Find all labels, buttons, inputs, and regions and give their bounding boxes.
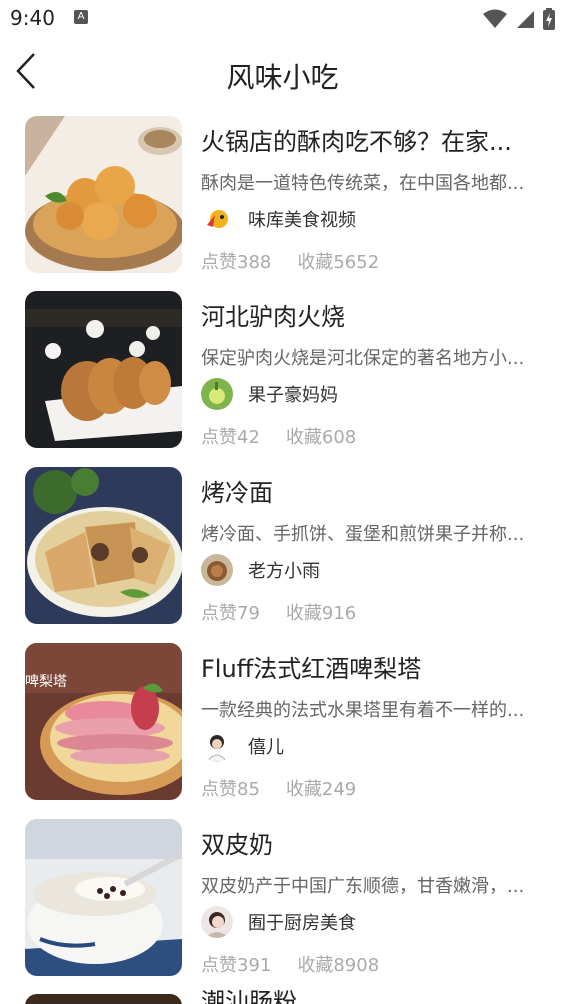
recipe-thumbnail: 啤梨塔: [25, 643, 182, 800]
author[interactable]: 老方小雨: [201, 552, 320, 588]
app-notification-icon: A: [74, 10, 88, 24]
favorites-count: 收藏5652: [297, 252, 380, 273]
avatar: [201, 730, 233, 762]
author[interactable]: 囿于厨房美食: [201, 904, 356, 940]
recipe-thumbnail: [25, 994, 182, 1004]
stats: 点赞388 收藏5652: [201, 248, 379, 274]
likes-count: 点赞391: [201, 955, 272, 976]
author[interactable]: 僖儿: [201, 728, 284, 764]
recipe-item[interactable]: 双皮奶 双皮奶产于中国广东顺德，甘香嫩滑，... 囿于厨房美食 点赞391 收藏…: [0, 811, 565, 981]
author-name: 僖儿: [248, 737, 284, 758]
wifi-icon: [483, 9, 507, 29]
recipe-thumbnail: [25, 819, 182, 976]
header: 风味小吃: [0, 38, 565, 108]
recipe-title: 潮汕肠粉: [201, 990, 297, 1004]
battery-charging-icon: [543, 8, 555, 30]
recipe-description: 一款经典的法式水果塔里有着不一样的...: [201, 700, 525, 721]
recipe-description: 烤冷面、手抓饼、蛋堡和煎饼果子并称...: [201, 524, 525, 545]
author-name: 味库美食视频: [248, 210, 356, 231]
avatar: [201, 554, 233, 586]
recipe-description: 酥肉是一道特色传统菜，在中国各地都...: [201, 173, 525, 194]
recipe-item[interactable]: 火锅店的酥肉吃不够？在家... 酥肉是一道特色传统菜，在中国各地都... 味库美…: [0, 108, 565, 278]
favorites-count: 收藏916: [285, 603, 357, 624]
recipe-thumbnail: [25, 467, 182, 624]
favorites-count: 收藏608: [285, 427, 357, 448]
signal-icon: [515, 9, 535, 29]
status-bar: 9:40 A: [0, 0, 565, 38]
likes-count: 点赞42: [201, 427, 260, 448]
recipe-item[interactable]: 河北驴肉火烧 保定驴肉火烧是河北保定的著名地方小... 果子豪妈妈 点赞42 收…: [0, 283, 565, 453]
recipe-item-partial[interactable]: 潮汕肠粉: [0, 990, 565, 1004]
author[interactable]: 果子豪妈妈: [201, 376, 338, 412]
favorites-count: 收藏8908: [297, 955, 380, 976]
status-icons: [483, 8, 555, 30]
recipe-title: 河北驴肉火烧: [201, 303, 345, 331]
page-title: 风味小吃: [226, 61, 339, 94]
recipe-info: 火锅店的酥肉吃不够？在家... 酥肉是一道特色传统菜，在中国各地都... 味库美…: [201, 116, 541, 273]
recipe-title: 烤冷面: [201, 479, 273, 507]
likes-count: 点赞79: [201, 603, 260, 624]
recipe-description: 保定驴肉火烧是河北保定的著名地方小...: [201, 348, 525, 369]
stats: 点赞42 收藏608: [201, 423, 356, 449]
recipe-info: 河北驴肉火烧 保定驴肉火烧是河北保定的著名地方小... 果子豪妈妈 点赞42 收…: [201, 291, 541, 448]
recipe-thumbnail: [25, 291, 182, 448]
favorites-count: 收藏249: [285, 779, 357, 800]
recipe-item[interactable]: 烤冷面 烤冷面、手抓饼、蛋堡和煎饼果子并称... 老方小雨 点赞79 收藏916: [0, 459, 565, 629]
recipe-title: 双皮奶: [201, 831, 273, 859]
recipe-thumbnail: [25, 116, 182, 273]
recipe-description: 双皮奶产于中国广东顺德，甘香嫩滑，...: [201, 876, 525, 897]
recipe-info: Fluff法式红酒啤梨塔 一款经典的法式水果塔里有着不一样的... 僖儿 点赞8…: [201, 643, 541, 800]
thumbnail-caption: 啤梨塔: [25, 674, 67, 690]
avatar: [201, 378, 233, 410]
status-time: 9:40: [10, 6, 55, 30]
author-name: 囿于厨房美食: [248, 913, 356, 934]
avatar: [201, 203, 233, 235]
recipe-title: 火锅店的酥肉吃不够？在家...: [201, 128, 512, 156]
recipe-title: Fluff法式红酒啤梨塔: [201, 655, 422, 683]
author-name: 老方小雨: [248, 561, 320, 582]
recipe-info: 双皮奶 双皮奶产于中国广东顺德，甘香嫩滑，... 囿于厨房美食 点赞391 收藏…: [201, 819, 541, 976]
author-name: 果子豪妈妈: [248, 385, 338, 406]
likes-count: 点赞388: [201, 252, 272, 273]
stats: 点赞79 收藏916: [201, 599, 356, 625]
stats: 点赞391 收藏8908: [201, 951, 379, 977]
stats: 点赞85 收藏249: [201, 775, 356, 801]
recipe-item[interactable]: 啤梨塔 Fluff法式红酒啤梨塔 一款经典的法式水果塔里有着不一样的... 僖儿…: [0, 635, 565, 805]
avatar: [201, 906, 233, 938]
likes-count: 点赞85: [201, 779, 260, 800]
recipe-info: 烤冷面 烤冷面、手抓饼、蛋堡和煎饼果子并称... 老方小雨 点赞79 收藏916: [201, 467, 541, 624]
author[interactable]: 味库美食视频: [201, 201, 356, 237]
